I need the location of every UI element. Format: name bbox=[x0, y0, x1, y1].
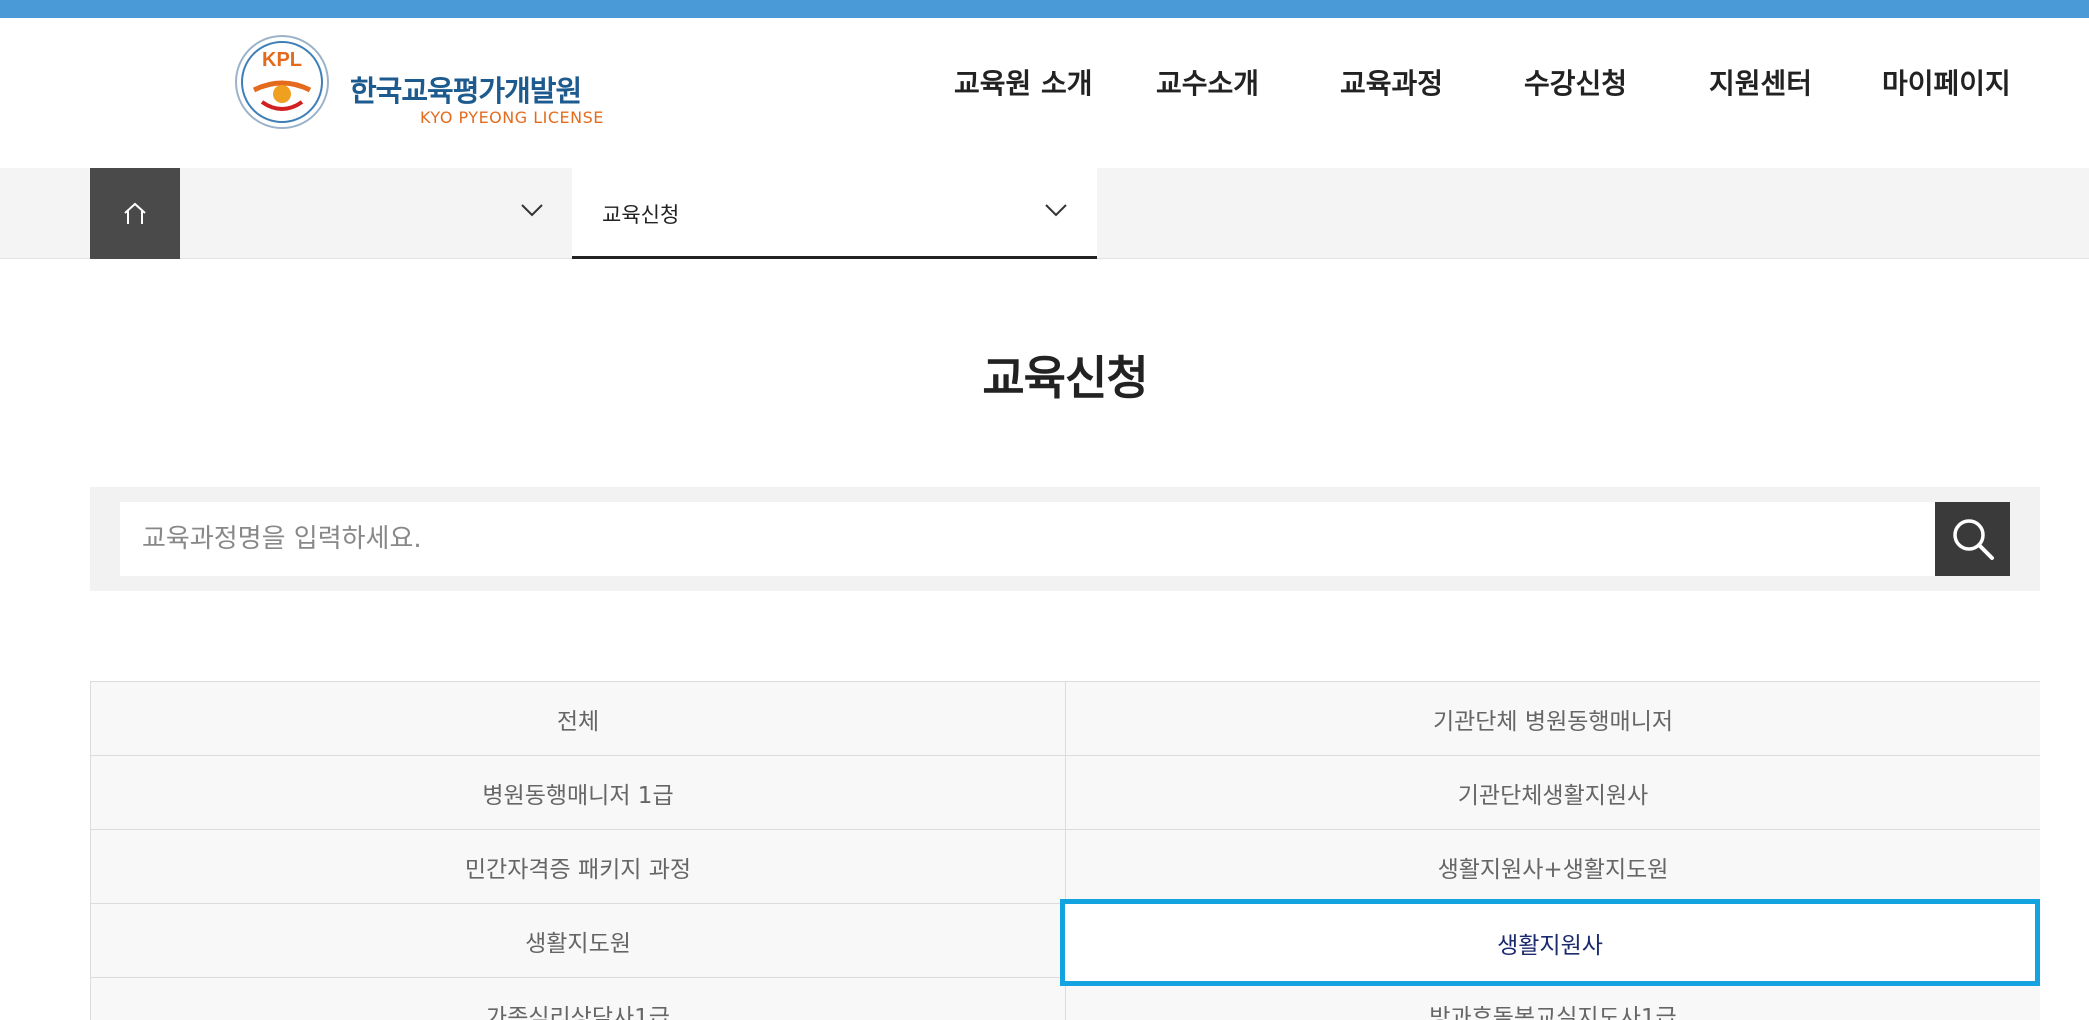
nav-item-support[interactable]: 지원센터 bbox=[1709, 62, 1812, 102]
location-dropdown-depth2-label: 교육신청 bbox=[602, 203, 680, 227]
category-item[interactable]: 민간자격증 패키지 과정 bbox=[90, 830, 1065, 904]
nav-item-professors[interactable]: 교수소개 bbox=[1156, 62, 1259, 102]
category-item-selected[interactable]: 생활지원사 bbox=[1060, 899, 2040, 986]
main-nav: 교육원 소개 교수소개 교육과정 수강신청 지원센터 마이페이지 bbox=[0, 62, 2089, 112]
chevron-down-icon bbox=[1045, 204, 1067, 217]
location-dropdown-depth2[interactable]: 교육신청 bbox=[572, 168, 1097, 259]
nav-item-mypage[interactable]: 마이페이지 bbox=[1882, 62, 2011, 102]
home-icon bbox=[124, 202, 146, 224]
category-row: 병원동행매니저 1급 기관단체생활지원사 bbox=[90, 756, 2040, 830]
nav-item-courses[interactable]: 교육과정 bbox=[1340, 62, 1443, 102]
location-bar: 교육신청 bbox=[0, 168, 2089, 259]
category-item-all[interactable]: 전체 bbox=[90, 682, 1065, 756]
course-search bbox=[90, 487, 2040, 591]
home-button[interactable] bbox=[90, 168, 180, 259]
top-bar bbox=[0, 0, 2089, 18]
category-item[interactable]: 기관단체생활지원사 bbox=[1065, 756, 2040, 830]
category-item[interactable]: 생활지원사+생활지도원 bbox=[1065, 830, 2040, 904]
nav-item-enrollment[interactable]: 수강신청 bbox=[1524, 62, 1627, 102]
category-row: 민간자격증 패키지 과정 생활지원사+생활지도원 bbox=[90, 830, 2040, 904]
page-title: 교육신청 bbox=[982, 351, 1148, 405]
category-table: 전체 기관단체 병원동행매니저 병원동행매니저 1급 기관단체생활지원사 민간자… bbox=[90, 681, 2040, 1020]
category-item[interactable]: 생활지도원 bbox=[90, 904, 1065, 978]
category-item[interactable]: 가족심리상담사1급 bbox=[90, 978, 1065, 1020]
nav-item-about[interactable]: 교육원 소개 bbox=[954, 62, 1093, 102]
category-item[interactable]: 기관단체 병원동행매니저 bbox=[1065, 682, 2040, 756]
search-button[interactable] bbox=[1935, 502, 2010, 576]
chevron-down-icon bbox=[521, 204, 543, 217]
category-row: 전체 기관단체 병원동행매니저 bbox=[90, 682, 2040, 756]
site-header: KPL 한국교육평가개발원 KYO PYEONG LICENSE 교육원 소개 … bbox=[0, 18, 2089, 168]
category-item[interactable]: 병원동행매니저 1급 bbox=[90, 756, 1065, 830]
category-row: 생활지도원 생활지원사 bbox=[90, 899, 2040, 986]
location-dropdown-depth1[interactable] bbox=[180, 168, 572, 259]
search-icon bbox=[1952, 519, 1994, 560]
search-input[interactable] bbox=[120, 502, 1935, 576]
